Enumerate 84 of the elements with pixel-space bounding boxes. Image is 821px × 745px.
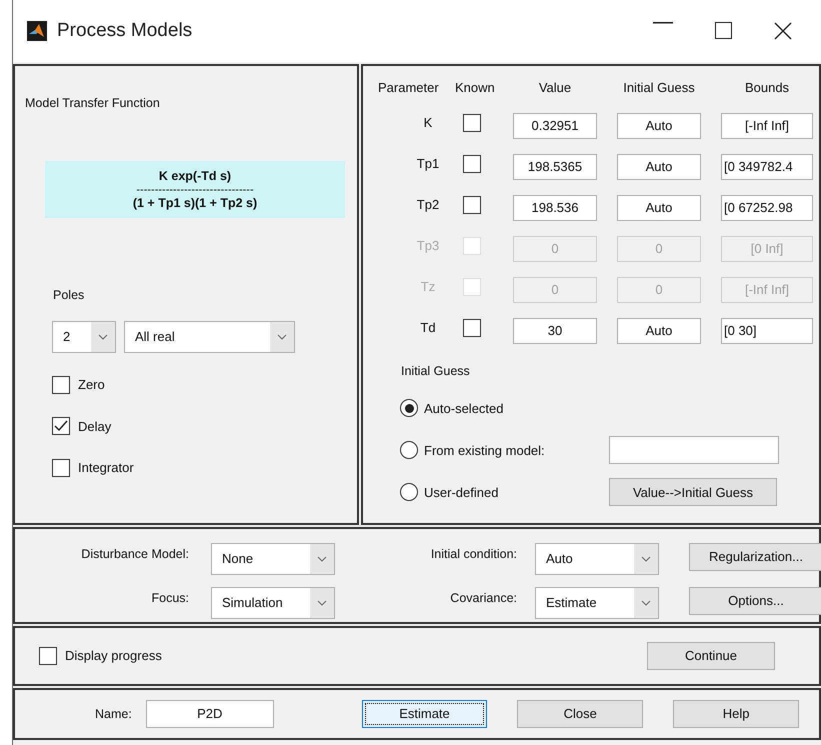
value-field[interactable]: 30 [513, 318, 597, 344]
checkbox[interactable] [463, 196, 481, 214]
chevron-icon [641, 600, 651, 606]
dropdown[interactable]: Estimate [535, 587, 659, 619]
parameter-name: Tp3 [416, 236, 440, 255]
chevron-icon [317, 600, 327, 606]
initial-guess-field[interactable]: Auto [617, 112, 701, 138]
column-header: Parameter [378, 79, 439, 97]
app-icon [27, 21, 47, 41]
window-title: Process Models [57, 18, 192, 43]
formula-text: K exp(-Td s) [158, 168, 232, 185]
dropdown[interactable]: Simulation [211, 587, 335, 619]
value-field[interactable]: 198.536 [513, 194, 597, 220]
bounds-field[interactable]: [-Inf Inf] [721, 112, 813, 138]
value-field: 0 [513, 236, 597, 262]
column-header: Bounds [744, 79, 790, 97]
value-field[interactable]: 0.32951 [513, 112, 597, 138]
continue-button[interactable]: Continue [647, 642, 775, 670]
checkbox[interactable] [52, 376, 70, 394]
chevron-icon [641, 556, 651, 562]
checkbox[interactable] [463, 318, 481, 337]
minimize-icon[interactable] [653, 22, 673, 24]
checkbox[interactable] [39, 647, 57, 665]
value-field: 0 [513, 276, 597, 302]
close-icon[interactable] [774, 22, 792, 40]
dropdown[interactable]: None [211, 543, 335, 575]
button[interactable]: Options... [689, 587, 821, 615]
initial-guess-field: 0 [617, 276, 701, 302]
field-label: Initial condition: [430, 546, 518, 563]
button[interactable]: Close [517, 700, 644, 728]
column-header: Known [455, 79, 495, 97]
parameter-name: Td [420, 318, 436, 336]
bounds-field[interactable]: [0 349782.4 [721, 154, 813, 180]
name-field[interactable]: P2D [146, 700, 274, 728]
column-header: Initial Guess [623, 79, 695, 97]
radio-button[interactable] [400, 441, 418, 460]
field-label: Covariance: [449, 590, 518, 607]
maximize-icon[interactable] [714, 22, 732, 39]
section-label: Model Transfer Function [25, 95, 161, 112]
formula-text: (1 + Tp1 s)(1 + Tp2 s) [132, 194, 258, 212]
fraction-line: -------------------------------- [135, 186, 255, 194]
initial-guess-button[interactable]: Value-->Initial Guess [609, 478, 777, 506]
parameter-name: Tp2 [416, 196, 440, 214]
checkbox-label: Delay [78, 418, 112, 436]
parameter-name: Tz [420, 278, 436, 296]
initial-guess-field: 0 [617, 236, 701, 262]
bounds-field: [0 Inf] [721, 236, 813, 262]
field-label: Focus: [150, 590, 190, 607]
field-label: Disturbance Model: [80, 546, 190, 563]
column-header: Value [538, 79, 572, 97]
dropdown[interactable]: Auto [535, 543, 659, 575]
checkbox-label: Display progress [65, 647, 162, 666]
chevron-icon [317, 556, 327, 562]
checkbox[interactable] [52, 417, 70, 436]
value-field[interactable]: 198.5365 [513, 154, 597, 180]
parameter-name: Tp1 [416, 154, 440, 173]
poles-label: Poles [53, 287, 86, 304]
model-field[interactable] [609, 436, 779, 464]
chevron-icon [277, 334, 287, 340]
pole-type-dropdown[interactable]: All real [124, 321, 295, 353]
checkbox[interactable] [463, 154, 481, 173]
checkbox[interactable] [463, 114, 481, 132]
section-label: Initial Guess [401, 362, 471, 380]
checkbox-label: Zero [78, 376, 105, 394]
initial-guess-field[interactable]: Auto [617, 318, 701, 344]
parameter-name: K [424, 114, 432, 132]
bounds-field[interactable]: [0 67252.98 [721, 194, 813, 220]
radio-button[interactable] [400, 399, 418, 418]
button[interactable]: Regularization... [689, 543, 821, 571]
radio-button[interactable] [400, 483, 418, 502]
checkbox-label: Integrator [78, 459, 134, 477]
poles-count-dropdown[interactable]: 2 [52, 321, 116, 353]
initial-guess-field[interactable]: Auto [617, 154, 701, 180]
radio-label: Auto-selected [424, 400, 504, 418]
button[interactable]: Estimate [362, 700, 488, 728]
radio-label: From existing model: [424, 442, 546, 460]
name-label: Name: [95, 706, 132, 723]
bounds-field: [-Inf Inf] [721, 276, 813, 302]
radio-label: User-defined [424, 484, 500, 502]
chevron-icon [98, 334, 108, 340]
button[interactable]: Help [673, 700, 799, 728]
bounds-field[interactable]: [0 30] [721, 318, 813, 344]
checkbox[interactable] [52, 458, 70, 477]
initial-guess-field[interactable]: Auto [617, 194, 701, 220]
